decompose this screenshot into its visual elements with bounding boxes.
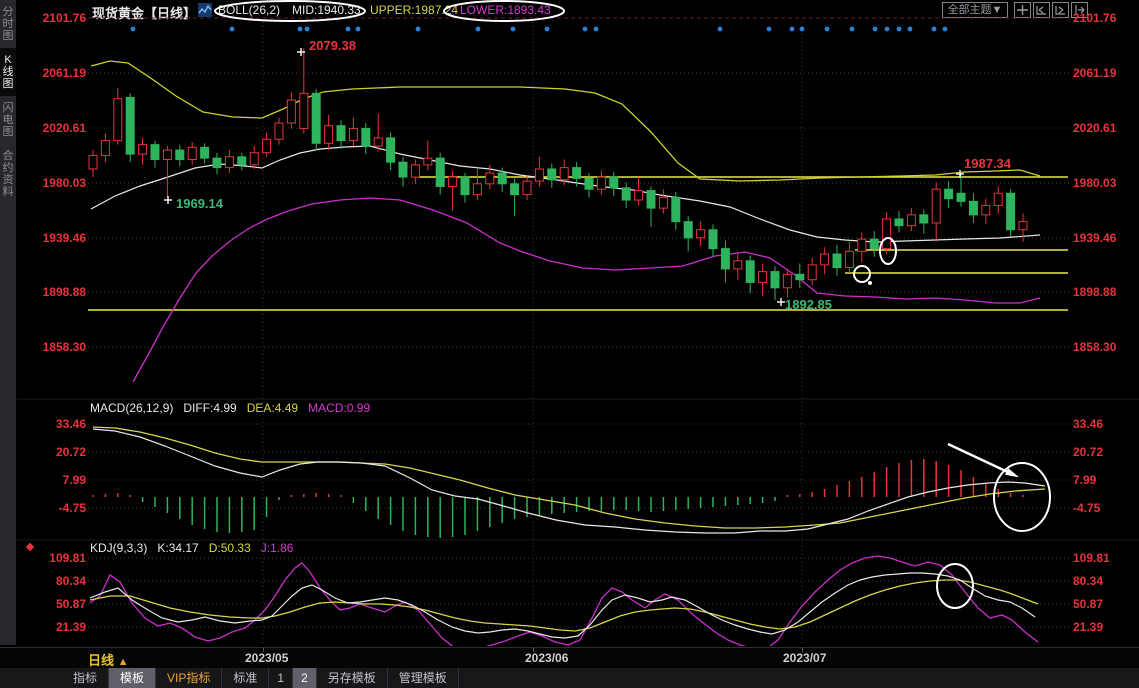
price-axis-tick-left: 1898.88 (34, 286, 86, 299)
indicator-value: DEA:4.49 (247, 401, 298, 415)
price-axis-tick-left: 2061.19 (34, 67, 86, 80)
indicator-value: MACD:0.99 (308, 401, 370, 415)
kdj-header: KDJ(9,3,3) K:34.17 D:50.33 J:1.86 (90, 541, 303, 555)
toolbar-tab-标准[interactable]: 标准 (222, 668, 269, 688)
indicator-value: D:50.33 (209, 541, 251, 555)
toolbar-tab-1[interactable]: 1 (269, 668, 293, 688)
kdj-axis-tick-right: 21.39 (1073, 621, 1129, 634)
macd-axis-tick-right: 33.46 (1073, 418, 1129, 431)
toolbar-tab-指标[interactable]: 指标 (62, 668, 109, 688)
macd-axis-tick-left: -4.75 (34, 502, 86, 515)
price-axis-tick-right: 2020.61 (1073, 122, 1129, 135)
price-axis-tick-right: 1980.03 (1073, 177, 1129, 190)
indicator-value: KDJ(9,3,3) (90, 541, 147, 555)
price-axis-tick-right: 2101.76 (1073, 12, 1129, 25)
price-axis-tick-left: 1939.46 (34, 232, 86, 245)
kdj-axis-tick-right: 80.34 (1073, 575, 1129, 588)
indicator-value: K:34.17 (157, 541, 198, 555)
date-label: 2023/05 (245, 651, 288, 665)
price-axis-tick-left: 1858.30 (34, 341, 86, 354)
macd-axis-tick-left: 7.99 (34, 474, 86, 487)
price-axis-tick-right: 1858.30 (1073, 341, 1129, 354)
price-annotation: 1892.85 (785, 297, 832, 312)
price-axis-tick-left: 2101.76 (34, 12, 86, 25)
toolbar-tab-VIP指标[interactable]: VIP指标 (156, 668, 222, 688)
price-axis-tick-left: 1980.03 (34, 177, 86, 190)
date-label: 2023/06 (525, 651, 568, 665)
price-axis-tick-right: 1939.46 (1073, 232, 1129, 245)
indicator-value: MACD(26,12,9) (90, 401, 173, 415)
kdj-axis-tick-left: 80.34 (34, 575, 86, 588)
macd-axis-tick-right: 7.99 (1073, 474, 1129, 487)
price-axis-tick-left: 2020.61 (34, 122, 86, 135)
triangle-up-icon: ▲ (118, 656, 129, 668)
kdj-axis-tick-left: 21.39 (34, 621, 86, 634)
kdj-axis-tick-right: 50.87 (1073, 598, 1129, 611)
toolbar-tab-管理模板[interactable]: 管理模板 (388, 668, 459, 688)
period-selector[interactable]: 日线 ▲ (88, 650, 129, 669)
price-axis-tick-right: 1898.88 (1073, 286, 1129, 299)
price-annotation: 1987.34 (964, 156, 1011, 171)
macd-header: MACD(26,12,9) DIFF:4.99 DEA:4.49 MACD:0.99 (90, 401, 380, 415)
macd-axis-tick-left: 20.72 (34, 446, 86, 459)
toolbar-tab-模板[interactable]: 模板 (109, 668, 156, 688)
price-axis-tick-right: 2061.19 (1073, 67, 1129, 80)
trading-app-window: { "colors":{"red":"#e8333c","green":"#2f… (0, 0, 1139, 688)
price-annotation: 2079.38 (309, 38, 356, 53)
kdj-axis-tick-right: 109.81 (1073, 552, 1129, 565)
macd-axis-tick-right: -4.75 (1073, 502, 1129, 515)
macd-axis-tick-left: 33.46 (34, 418, 86, 431)
date-tick (802, 648, 803, 652)
toolbar-tab-另存模板[interactable]: 另存模板 (317, 668, 388, 688)
indicator-value: DIFF:4.99 (183, 401, 236, 415)
kdj-axis-tick-left: 109.81 (34, 552, 86, 565)
bottom-toolbar: 指标模板VIP指标标准12另存模板管理模板 (0, 668, 1139, 688)
date-tick (263, 648, 264, 652)
kdj-axis-tick-left: 50.87 (34, 598, 86, 611)
price-annotation: 1969.14 (176, 196, 223, 211)
toolbar-tab-2[interactable]: 2 (293, 668, 317, 688)
date-axis-row: 日线 ▲ 2023/05 2023/06 2023/07 (0, 647, 1139, 669)
date-tick (533, 648, 534, 652)
macd-axis-tick-right: 20.72 (1073, 446, 1129, 459)
indicator-value: J:1.86 (261, 541, 294, 555)
date-label: 2023/07 (783, 651, 826, 665)
